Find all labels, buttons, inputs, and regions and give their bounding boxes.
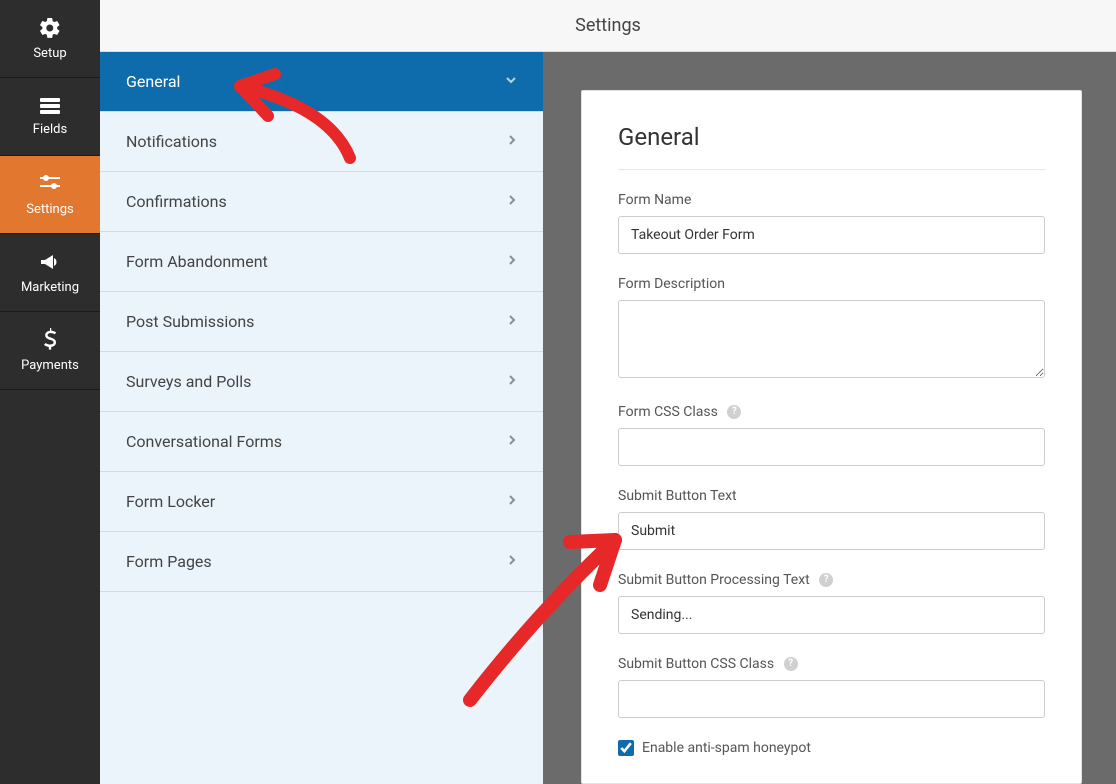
field-submit-button-text: Submit Button Text bbox=[618, 488, 1045, 550]
field-form-description: Form Description bbox=[618, 276, 1045, 382]
submenu-item-form-locker[interactable]: Form Locker bbox=[100, 472, 543, 532]
label-anti-spam: Enable anti-spam honeypot bbox=[642, 740, 811, 756]
chevron-right-icon bbox=[507, 434, 517, 450]
label-form-name: Form Name bbox=[618, 192, 1045, 208]
submenu-item-conversational-forms[interactable]: Conversational Forms bbox=[100, 412, 543, 472]
chevron-down-icon bbox=[505, 74, 517, 90]
nav-item-marketing[interactable]: Marketing bbox=[0, 234, 100, 312]
input-submit-button-processing-text[interactable] bbox=[618, 596, 1045, 634]
chevron-right-icon bbox=[507, 494, 517, 510]
chevron-right-icon bbox=[507, 314, 517, 330]
chevron-right-icon bbox=[507, 554, 517, 570]
sliders-icon bbox=[38, 172, 62, 196]
chevron-right-icon bbox=[507, 194, 517, 210]
submenu-item-general[interactable]: General bbox=[100, 52, 543, 112]
label-form-css-class: Form CSS Class ? bbox=[618, 404, 1045, 420]
help-icon[interactable]: ? bbox=[784, 657, 798, 671]
input-form-css-class[interactable] bbox=[618, 428, 1045, 466]
help-icon[interactable]: ? bbox=[727, 405, 741, 419]
nav-item-payments[interactable]: Payments bbox=[0, 312, 100, 390]
topbar-title: Settings bbox=[575, 15, 641, 36]
submenu-label: Post Submissions bbox=[126, 312, 254, 331]
content-area: General Form Name Form Description Form … bbox=[543, 52, 1116, 784]
submenu-item-form-abandonment[interactable]: Form Abandonment bbox=[100, 232, 543, 292]
input-submit-button-text[interactable] bbox=[618, 512, 1045, 550]
input-submit-button-css-class[interactable] bbox=[618, 680, 1045, 718]
submenu-label: Surveys and Polls bbox=[126, 372, 251, 391]
label-submit-button-processing-text: Submit Button Processing Text ? bbox=[618, 572, 1045, 588]
nav-item-fields[interactable]: Fields bbox=[0, 78, 100, 156]
field-anti-spam-honeypot: Enable anti-spam honeypot bbox=[618, 740, 1045, 756]
submenu-label: Conversational Forms bbox=[126, 432, 282, 451]
submenu-item-surveys-polls[interactable]: Surveys and Polls bbox=[100, 352, 543, 412]
nav-item-setup[interactable]: Setup bbox=[0, 0, 100, 78]
bullhorn-icon bbox=[38, 250, 62, 274]
submenu-item-post-submissions[interactable]: Post Submissions bbox=[100, 292, 543, 352]
chevron-right-icon bbox=[507, 134, 517, 150]
settings-submenu: General Notifications Confirmations Form… bbox=[100, 52, 543, 784]
submenu-item-form-pages[interactable]: Form Pages bbox=[100, 532, 543, 592]
gear-icon bbox=[38, 16, 62, 40]
left-nav: Setup Fields Settings Marketing Payments bbox=[0, 0, 100, 784]
nav-label-marketing: Marketing bbox=[21, 280, 79, 295]
field-submit-button-processing-text: Submit Button Processing Text ? bbox=[618, 572, 1045, 634]
field-form-name: Form Name bbox=[618, 192, 1045, 254]
submenu-item-confirmations[interactable]: Confirmations bbox=[100, 172, 543, 232]
panel-heading: General bbox=[618, 123, 1045, 170]
textarea-form-description[interactable] bbox=[618, 300, 1045, 378]
nav-label-fields: Fields bbox=[33, 122, 67, 137]
submenu-label: Confirmations bbox=[126, 192, 227, 211]
chevron-right-icon bbox=[507, 374, 517, 390]
input-form-name[interactable] bbox=[618, 216, 1045, 254]
submenu-label: Notifications bbox=[126, 132, 217, 151]
submenu-label: General bbox=[126, 72, 180, 91]
submenu-label: Form Pages bbox=[126, 552, 212, 571]
nav-label-payments: Payments bbox=[21, 358, 79, 373]
submenu-item-notifications[interactable]: Notifications bbox=[100, 112, 543, 172]
chevron-right-icon bbox=[507, 254, 517, 270]
submenu-label: Form Locker bbox=[126, 492, 215, 511]
nav-label-setup: Setup bbox=[33, 46, 66, 61]
field-form-css-class: Form CSS Class ? bbox=[618, 404, 1045, 466]
nav-item-settings[interactable]: Settings bbox=[0, 156, 100, 234]
general-panel: General Form Name Form Description Form … bbox=[581, 90, 1082, 784]
label-submit-button-css-class: Submit Button CSS Class ? bbox=[618, 656, 1045, 672]
nav-label-settings: Settings bbox=[26, 202, 73, 217]
topbar: Settings bbox=[100, 0, 1116, 52]
label-form-description: Form Description bbox=[618, 276, 1045, 292]
submenu-label: Form Abandonment bbox=[126, 252, 268, 271]
help-icon[interactable]: ? bbox=[819, 573, 833, 587]
checkbox-anti-spam[interactable] bbox=[618, 740, 634, 756]
dollar-icon bbox=[40, 328, 60, 352]
list-icon bbox=[38, 96, 62, 116]
label-submit-button-text: Submit Button Text bbox=[618, 488, 1045, 504]
field-submit-button-css-class: Submit Button CSS Class ? bbox=[618, 656, 1045, 718]
